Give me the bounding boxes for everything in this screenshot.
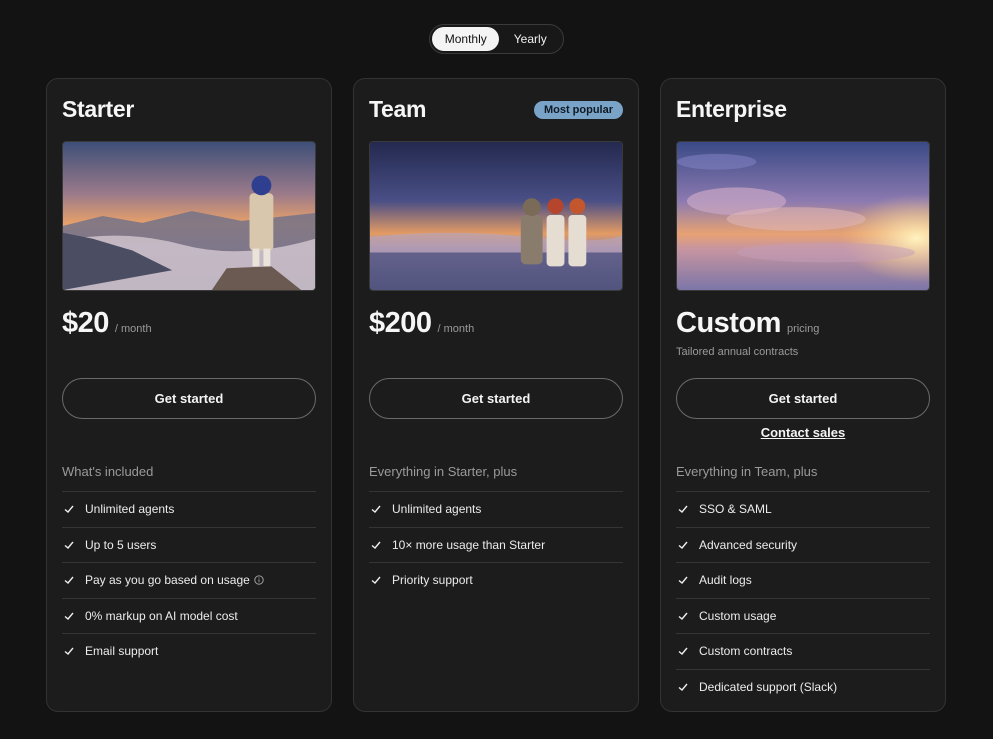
- feature-label: Up to 5 users: [85, 537, 157, 552]
- feature-item: 0% markup on AI model cost: [62, 597, 316, 634]
- feature-item: Custom contracts: [676, 633, 930, 669]
- plan-title: Starter: [62, 96, 135, 122]
- check-icon: [370, 503, 382, 515]
- feature-label: Advanced security: [699, 537, 798, 552]
- feature-list: Unlimited agents 10× more usage than Sta…: [369, 491, 623, 598]
- plan-card-starter: Starter $20 / month Get started What's i…: [46, 78, 332, 712]
- check-icon: [677, 503, 689, 515]
- price-period: / month: [114, 323, 152, 335]
- check-icon: [677, 610, 689, 622]
- feature-item: Audit logs: [676, 562, 930, 598]
- feature-label: 0% markup on AI model cost: [85, 608, 238, 623]
- feature-label: Email support: [85, 644, 159, 659]
- most-popular-badge: Most popular: [533, 101, 623, 119]
- billing-toggle: Monthly Yearly: [429, 24, 564, 54]
- check-icon: [370, 574, 382, 586]
- get-started-button[interactable]: Get started: [676, 378, 930, 419]
- feature-label: Custom usage: [699, 608, 777, 623]
- price-period: pricing: [786, 323, 820, 335]
- feature-item: Dedicated support (Slack): [676, 668, 930, 705]
- price: $20 / month: [62, 307, 152, 340]
- features-heading: What's included: [62, 464, 154, 479]
- check-icon: [677, 645, 689, 657]
- price-amount: Custom: [676, 307, 781, 339]
- feature-item: SSO & SAML: [676, 491, 930, 527]
- feature-item: Unlimited agents: [369, 491, 623, 527]
- plan-image: [62, 141, 316, 291]
- get-started-button[interactable]: Get started: [62, 378, 316, 419]
- price: Custom pricing: [676, 307, 819, 340]
- feature-list: SSO & SAML Advanced security Audit logs …: [676, 491, 930, 704]
- plan-card-team: Team Most popular $200 / month Get start…: [353, 78, 639, 712]
- feature-item: Custom usage: [676, 597, 930, 634]
- check-icon: [677, 539, 689, 551]
- feature-item: Up to 5 users: [62, 526, 316, 563]
- info-icon[interactable]: [254, 575, 264, 585]
- feature-item: Priority support: [369, 562, 623, 598]
- price-amount: $200: [369, 307, 432, 339]
- plan-image: [369, 141, 623, 291]
- feature-item: Pay as you go based on usage: [62, 562, 316, 598]
- yearly-toggle-option[interactable]: Yearly: [499, 27, 561, 51]
- plan-title: Enterprise: [676, 96, 787, 122]
- price-amount: $20: [62, 307, 109, 339]
- check-icon: [63, 503, 75, 515]
- plan-title: Team: [369, 96, 427, 122]
- feature-label: Priority support: [392, 573, 473, 588]
- check-icon: [370, 539, 382, 551]
- get-started-button[interactable]: Get started: [369, 378, 623, 419]
- feature-item: 10× more usage than Starter: [369, 526, 623, 563]
- plan-card-enterprise: Enterprise Custom pricing Tailored annua…: [660, 78, 946, 712]
- feature-list: Unlimited agents Up to 5 users Pay as yo…: [62, 491, 316, 669]
- check-icon: [63, 539, 75, 551]
- feature-label: 10× more usage than Starter: [392, 537, 546, 552]
- feature-item: Unlimited agents: [62, 491, 316, 527]
- feature-label: SSO & SAML: [699, 502, 772, 517]
- check-icon: [63, 645, 75, 657]
- features-heading: Everything in Starter, plus: [369, 464, 518, 479]
- feature-item: Advanced security: [676, 526, 930, 563]
- feature-label: Pay as you go based on usage: [85, 573, 250, 588]
- feature-label: Unlimited agents: [392, 502, 482, 517]
- check-icon: [677, 681, 689, 693]
- monthly-toggle-option[interactable]: Monthly: [432, 27, 500, 51]
- price-note: Tailored annual contracts: [676, 346, 799, 358]
- contact-sales-link[interactable]: Contact sales: [661, 425, 945, 440]
- price-period: / month: [437, 323, 475, 335]
- check-icon: [677, 574, 689, 586]
- price: $200 / month: [369, 307, 474, 340]
- feature-label: Dedicated support (Slack): [699, 679, 838, 694]
- feature-label: Audit logs: [699, 573, 752, 588]
- feature-label: Custom contracts: [699, 644, 793, 659]
- check-icon: [63, 610, 75, 622]
- feature-item: Email support: [62, 633, 316, 669]
- plan-image: [676, 141, 930, 291]
- check-icon: [63, 574, 75, 586]
- features-heading: Everything in Team, plus: [676, 464, 818, 479]
- feature-label: Unlimited agents: [85, 502, 175, 517]
